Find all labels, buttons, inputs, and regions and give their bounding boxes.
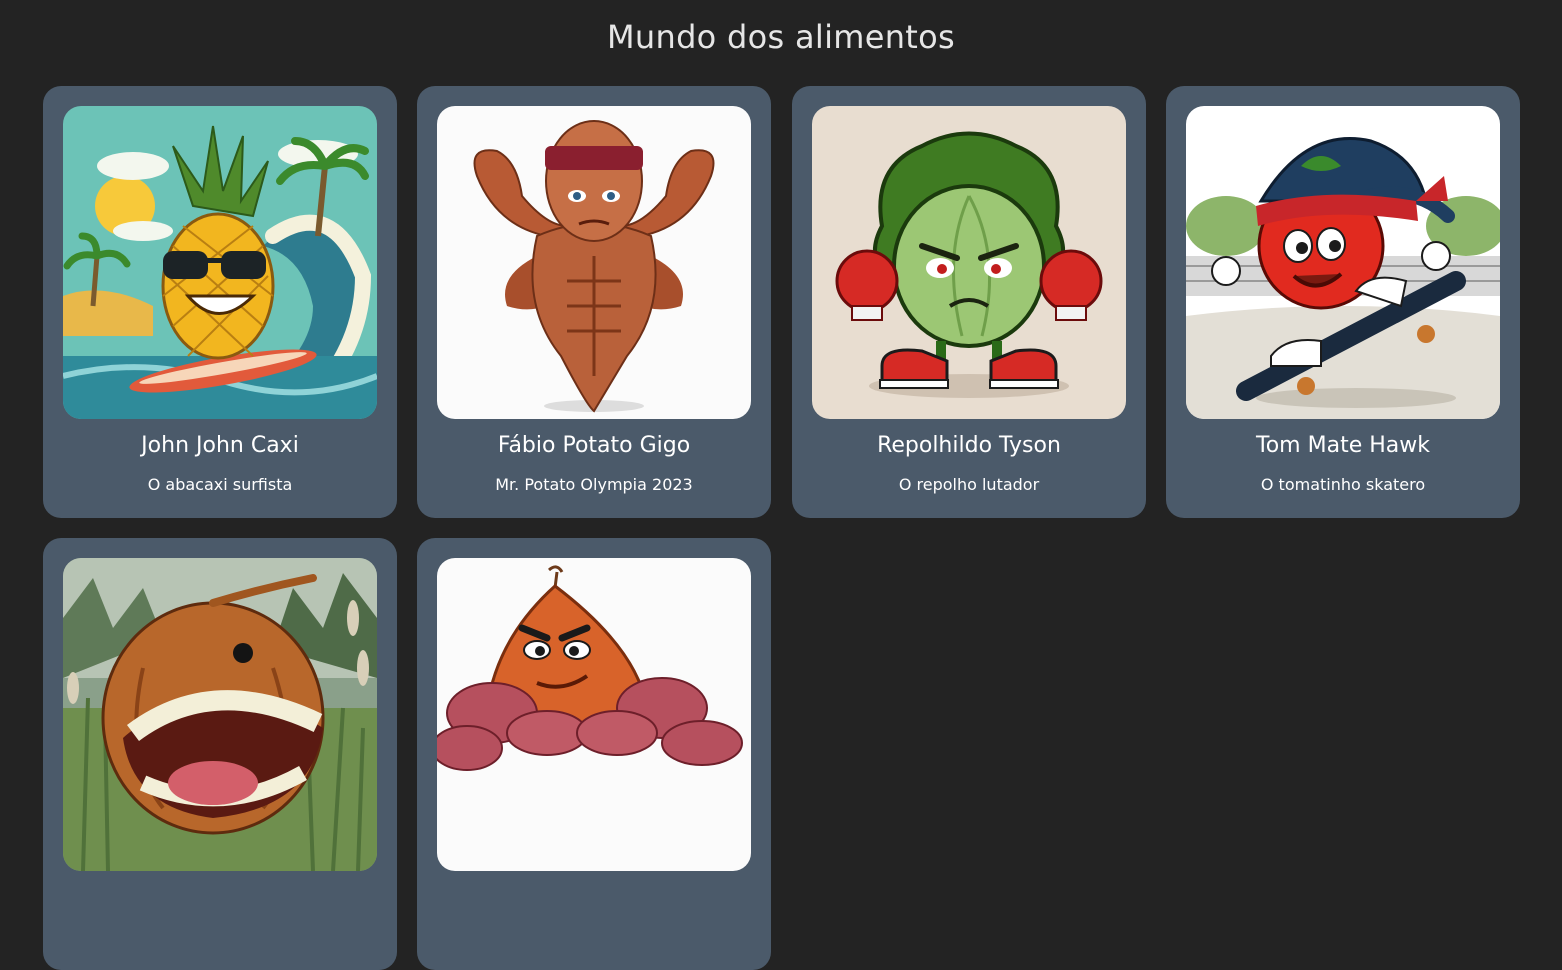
card-description: O abacaxi surfista <box>147 475 293 494</box>
food-card[interactable]: Tom Mate Hawk O tomatinho skatero <box>1166 86 1520 518</box>
food-card[interactable] <box>43 538 397 970</box>
card-title: Repolhildo Tyson <box>877 433 1061 458</box>
card-title: John John Caxi <box>141 433 299 458</box>
card-title: Fábio Potato Gigo <box>497 433 691 458</box>
pineapple-surfer-icon <box>63 106 377 419</box>
food-card[interactable] <box>417 538 771 970</box>
card-description: O tomatinho skatero <box>1260 475 1426 494</box>
food-card[interactable]: John John Caxi O abacaxi surfista <box>43 86 397 518</box>
card-title: Tom Mate Hawk <box>1256 433 1430 458</box>
card-description: Mr. Potato Olympia 2023 <box>495 475 693 494</box>
monster-onion-icon <box>63 558 377 871</box>
page-title: Mundo dos alimentos <box>607 18 955 56</box>
card-description: O repolho lutador <box>898 475 1040 494</box>
muscle-potato-icon <box>437 106 751 419</box>
skater-tomato-icon <box>1186 106 1500 419</box>
food-card[interactable]: Fábio Potato Gigo Mr. Potato Olympia 202… <box>417 86 771 518</box>
boxing-cabbage-icon <box>812 106 1126 419</box>
food-card[interactable]: Repolhildo Tyson O repolho lutador <box>792 86 1146 518</box>
muscle-sweet-potato-icon <box>437 558 751 871</box>
